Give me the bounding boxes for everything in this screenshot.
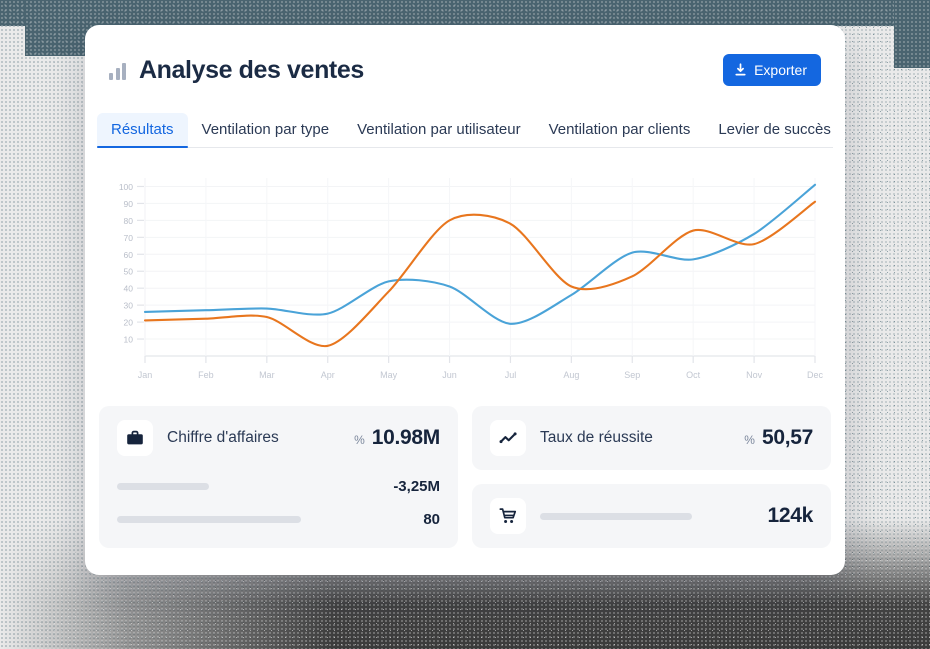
svg-text:Feb: Feb [198, 370, 214, 380]
svg-text:70: 70 [124, 233, 134, 243]
svg-text:Apr: Apr [321, 370, 335, 380]
kpi-success-label: Taux de réussite [540, 429, 653, 446]
kpi-revenue-label: Chiffre d'affaires [167, 429, 279, 446]
kpi-cart-value: 124k [767, 504, 813, 527]
tab-label: Ventilation par type [201, 121, 330, 138]
kpi-column-left: Chiffre d'affaires % 10.98M -3,25M 80 [99, 406, 458, 548]
tab-ventilation-par-type[interactable]: Ventilation par type [188, 113, 344, 147]
skeleton-row-value: -3,25M [393, 478, 440, 495]
svg-text:Oct: Oct [686, 370, 701, 380]
svg-text:10: 10 [124, 335, 134, 345]
svg-text:Jan: Jan [138, 370, 153, 380]
tab-levier-de-succes[interactable]: Levier de succès [704, 113, 845, 147]
skeleton-row-value: 80 [423, 511, 440, 528]
skeleton-bar [540, 512, 692, 520]
kpi-skeleton-rows: -3,25M 80 [99, 470, 458, 548]
kpi-revenue-value: 10.98M [371, 426, 441, 449]
kpi-revenue-header: Chiffre d'affaires % 10.98M [99, 406, 458, 470]
briefcase-icon [117, 420, 153, 456]
svg-text:Aug: Aug [563, 370, 579, 380]
kpi-column-right: Taux de réussite % 50,57 124k [472, 406, 831, 548]
tab-label: Résultats [111, 121, 174, 138]
svg-text:100: 100 [119, 182, 133, 192]
bar-chart-icon [109, 62, 126, 80]
panel-header: Analyse des ventes Exporter [85, 25, 845, 93]
sales-line-chart: 10 20 30 40 50 60 70 80 90 100 Jan Feb Mar Apr May Jun J… [105, 172, 823, 392]
page-title: Analyse des ventes [139, 55, 364, 84]
svg-text:90: 90 [124, 199, 134, 209]
tab-ventilation-par-clients[interactable]: Ventilation par clients [535, 113, 705, 147]
tab-label: Ventilation par utilisateur [357, 121, 521, 138]
svg-text:Nov: Nov [746, 370, 763, 380]
shopping-cart-icon [490, 498, 526, 534]
tab-label: Levier de succès [718, 121, 831, 138]
export-button-label: Exporter [754, 62, 807, 78]
svg-text:Sep: Sep [624, 370, 640, 380]
download-icon [734, 63, 747, 77]
tab-bar: Résultats Ventilation par type Ventilati… [97, 113, 833, 148]
background-top-band [0, 0, 930, 26]
chart-canvas: 10 20 30 40 50 60 70 80 90 100 Jan Feb Mar Apr May Jun J… [119, 178, 823, 380]
skeleton-bar [117, 516, 301, 523]
svg-text:60: 60 [124, 250, 134, 260]
svg-text:40: 40 [124, 284, 134, 294]
kpi-success-header: Taux de réussite % 50,57 [472, 406, 831, 470]
export-button[interactable]: Exporter [723, 54, 821, 86]
kpi-card-revenue[interactable]: Chiffre d'affaires % 10.98M -3,25M 80 [99, 406, 458, 548]
kpi-card-success-rate[interactable]: Taux de réussite % 50,57 [472, 406, 831, 470]
kpi-revenue-value-group: % 10.98M [354, 426, 440, 450]
svg-text:Mar: Mar [259, 370, 275, 380]
kpi-card-cart[interactable]: 124k [472, 484, 831, 548]
skeleton-bar [117, 483, 209, 490]
tab-resultats[interactable]: Résultats [97, 113, 188, 148]
svg-text:20: 20 [124, 318, 134, 328]
trend-line-icon [490, 420, 526, 456]
kpi-revenue-unit: % [354, 433, 365, 447]
svg-text:Jun: Jun [442, 370, 457, 380]
kpi-grid: Chiffre d'affaires % 10.98M -3,25M 80 Ta… [85, 392, 845, 564]
kpi-cart-row: 124k [472, 484, 831, 548]
svg-text:May: May [380, 370, 398, 380]
kpi-success-value: 50,57 [761, 426, 813, 449]
svg-text:30: 30 [124, 301, 134, 311]
kpi-success-value-group: % 50,57 [744, 426, 813, 450]
tab-label: Ventilation par clients [548, 121, 691, 138]
kpi-success-unit: % [744, 433, 755, 447]
svg-text:50: 50 [124, 267, 134, 277]
background-top-notch-right [894, 0, 930, 68]
skeleton-row: -3,25M [117, 478, 440, 495]
svg-text:Dec: Dec [807, 370, 823, 380]
screenshot-root: Analyse des ventes Exporter Résultats Ve… [0, 0, 930, 649]
skeleton-row: 80 [117, 511, 440, 528]
tab-ventilation-par-utilisateur[interactable]: Ventilation par utilisateur [343, 113, 534, 147]
svg-text:80: 80 [124, 216, 134, 226]
svg-text:Jul: Jul [505, 370, 517, 380]
analytics-panel: Analyse des ventes Exporter Résultats Ve… [85, 25, 845, 575]
